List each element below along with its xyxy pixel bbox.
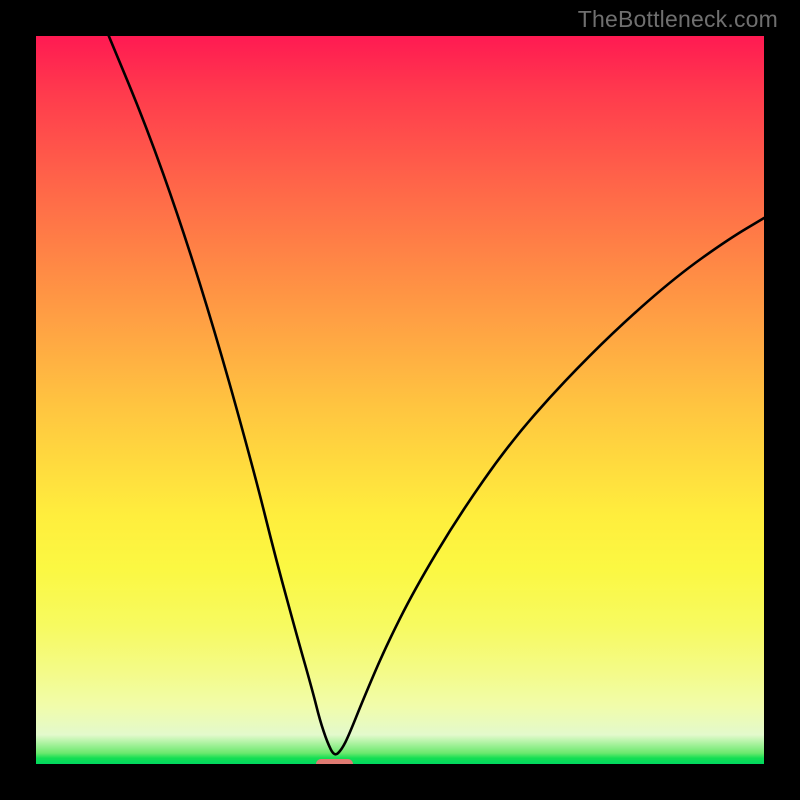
bottleneck-curve: [36, 36, 764, 764]
optimal-point-marker: [316, 759, 352, 764]
chart-frame: TheBottleneck.com: [0, 0, 800, 800]
bottleneck-curve-path: [109, 36, 764, 754]
watermark-text: TheBottleneck.com: [578, 6, 778, 33]
plot-area: [36, 36, 764, 764]
